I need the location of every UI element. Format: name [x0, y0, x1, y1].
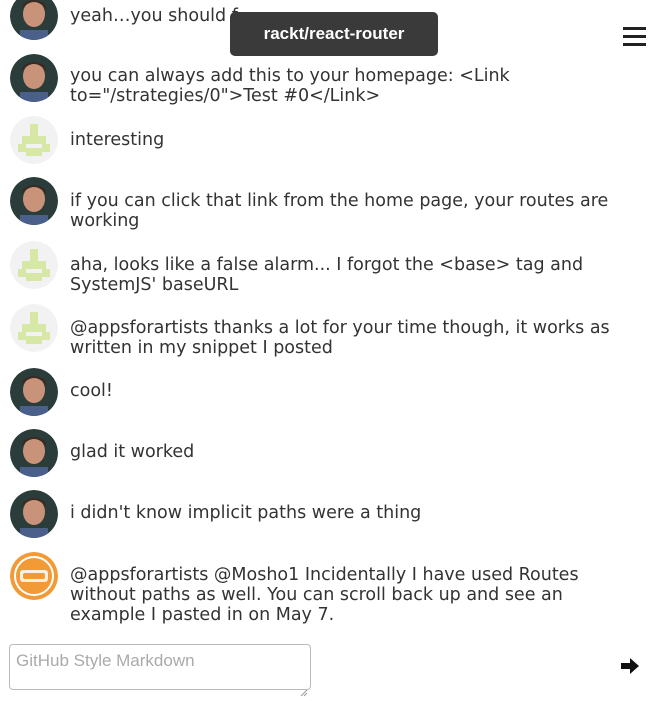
message-text: aha, looks like a false alarm... I forgo… [70, 255, 584, 295]
message-input[interactable] [9, 644, 311, 690]
message-text: @appsforartists @Mosho1 Incidentally I h… [70, 565, 579, 625]
user-avatar[interactable] [10, 0, 58, 40]
user-avatar[interactable] [10, 54, 58, 102]
message-text: you can always add this to your homepage… [70, 66, 510, 106]
identicon-avatar[interactable] [10, 241, 58, 289]
room-name-badge[interactable]: rackt/react-router [230, 12, 438, 56]
orange-avatar[interactable] [10, 552, 58, 600]
identicon-avatar[interactable] [10, 116, 58, 164]
user-avatar[interactable] [10, 490, 58, 538]
message-text: interesting [70, 130, 165, 150]
identicon-avatar[interactable] [10, 304, 58, 352]
user-avatar[interactable] [10, 177, 58, 225]
message-text: glad it worked [70, 442, 195, 462]
user-avatar[interactable] [10, 429, 58, 477]
user-avatar[interactable] [10, 368, 58, 416]
message-text: cool! [70, 381, 113, 401]
hamburger-menu-icon[interactable] [623, 27, 646, 46]
arrow-right-icon[interactable] [620, 657, 640, 675]
message-text: i didn't know implicit paths were a thin… [70, 503, 422, 523]
resize-grip-icon[interactable] [300, 682, 308, 697]
message-text: if you can click that link from the home… [70, 191, 609, 231]
message-text: @appsforartists thanks a lot for your ti… [70, 318, 610, 358]
